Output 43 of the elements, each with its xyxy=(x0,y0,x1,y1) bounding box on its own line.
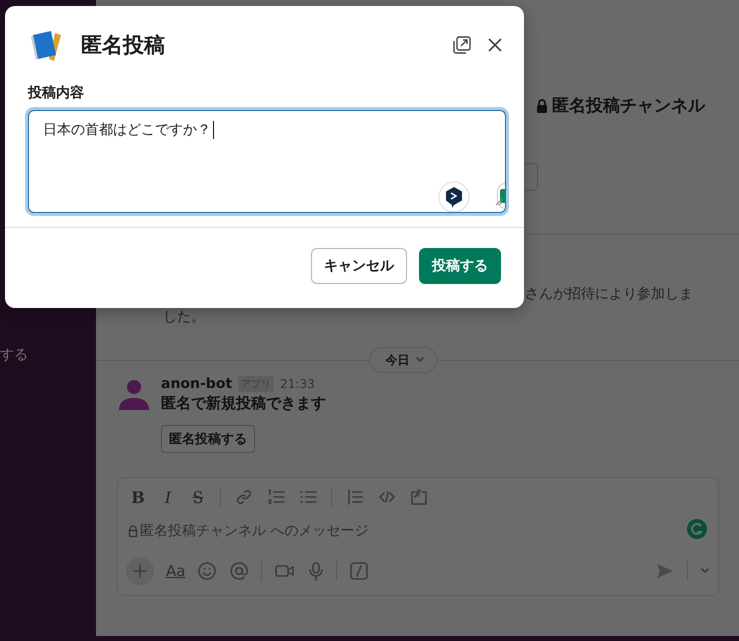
video-camera-icon[interactable] xyxy=(274,562,296,580)
formatting-button[interactable]: Aa xyxy=(166,562,186,580)
add-button[interactable] xyxy=(126,557,154,585)
slash-command-icon[interactable] xyxy=(349,561,370,581)
code-block-icon xyxy=(410,488,428,506)
plus-icon xyxy=(132,563,148,579)
close-icon xyxy=(486,36,504,54)
quote-icon xyxy=(346,488,364,506)
channel-title: 匿名投稿チャンネル xyxy=(552,95,705,117)
emoji-icon[interactable] xyxy=(197,561,218,581)
message-placeholder[interactable]: 匿名投稿チャンネル へのメッセージ xyxy=(140,522,368,540)
lock-icon xyxy=(128,525,138,537)
bullet-list-icon xyxy=(299,488,317,506)
bold-button[interactable]: B xyxy=(130,488,146,506)
resize-handle-icon xyxy=(495,198,503,206)
system-message: さんが招待により参加しま xyxy=(525,285,693,304)
strikethrough-button[interactable]: S xyxy=(190,488,206,506)
post-button[interactable]: 匿名投稿する xyxy=(161,425,255,453)
date-divider[interactable]: 今日 xyxy=(368,347,436,373)
italic-button[interactable]: I xyxy=(160,488,176,506)
chevron-icon xyxy=(416,357,424,363)
author-name[interactable]: anon-bot xyxy=(161,376,232,392)
popout-button[interactable] xyxy=(452,35,472,55)
link-icon xyxy=(235,488,253,506)
message-time[interactable]: 21:33 xyxy=(280,377,315,391)
mention-icon[interactable] xyxy=(229,561,250,581)
field-label: 投稿内容 xyxy=(28,84,84,102)
post-content-field[interactable]: 日本の首都はどこですか？ xyxy=(28,110,506,213)
grammarly-icon[interactable] xyxy=(686,518,708,540)
lock-icon xyxy=(536,98,548,112)
close-button[interactable] xyxy=(486,36,504,54)
numbered-list-icon xyxy=(267,488,285,506)
submit-button[interactable]: 投稿する xyxy=(419,248,501,284)
cancel-button[interactable]: キャンセル xyxy=(311,248,407,284)
modal-title: 匿名投稿 xyxy=(81,32,166,59)
sidebar-item[interactable]: する xyxy=(0,346,28,364)
chevron-icon[interactable] xyxy=(700,567,710,575)
popout-icon xyxy=(452,35,472,55)
send-icon[interactable] xyxy=(655,562,675,580)
system-message: した。 xyxy=(163,308,205,327)
deepl-icon[interactable] xyxy=(438,181,470,212)
message-text: 匿名で新規投稿できます xyxy=(161,394,326,413)
microphone-icon[interactable] xyxy=(308,561,324,581)
